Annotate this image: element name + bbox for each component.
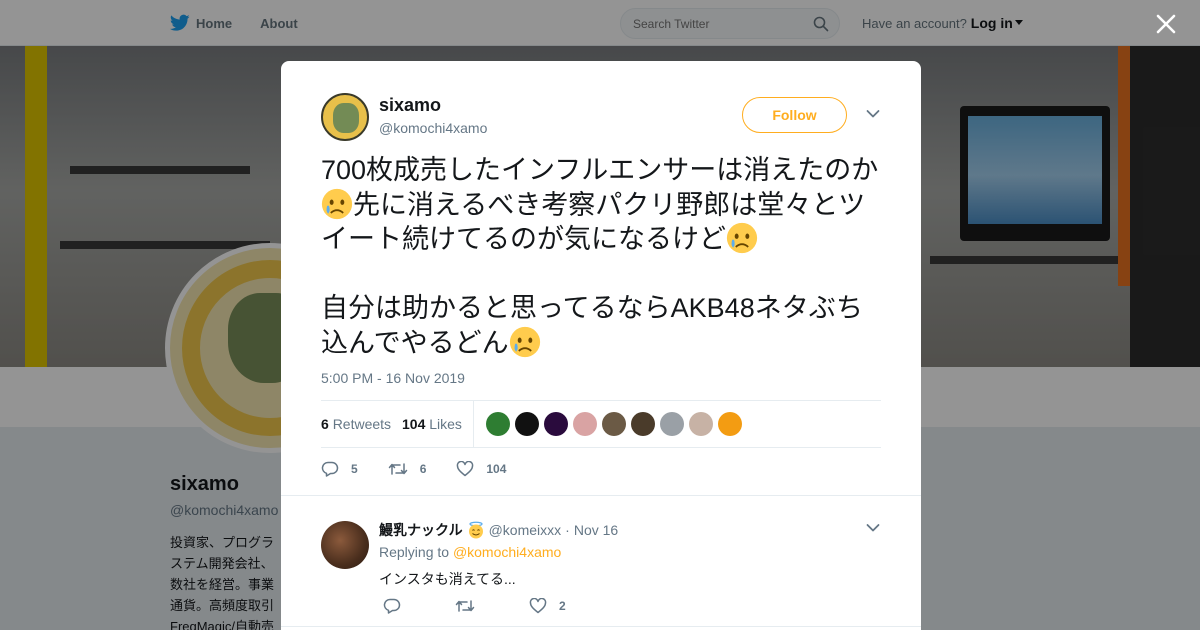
retweet-icon: [388, 463, 407, 475]
tweet-author-name[interactable]: sixamo: [379, 95, 441, 116]
retweet-count: 6: [419, 462, 427, 476]
reply-icon: [383, 598, 401, 614]
liker-avatar[interactable]: [718, 412, 742, 436]
tweet-author-avatar[interactable]: [321, 93, 369, 141]
reply-retweet-action[interactable]: [455, 598, 487, 614]
heart-icon: [457, 461, 474, 477]
replying-to: Replying to @komochi4xamo: [379, 544, 561, 560]
heart-icon: [529, 598, 547, 614]
reply-author-handle[interactable]: @komeixxx: [489, 522, 562, 538]
like-count: 104: [486, 462, 507, 476]
close-icon[interactable]: [1154, 12, 1178, 36]
liker-avatar[interactable]: [689, 412, 713, 436]
likes-label: Likes: [429, 416, 462, 432]
liker-avatar[interactable]: [631, 412, 655, 436]
retweets-stat[interactable]: 6 Retweets: [321, 416, 391, 432]
reply-like-count: 2: [559, 599, 566, 613]
tweet-timestamp[interactable]: 5:00 PM - 16 Nov 2019: [321, 370, 465, 386]
stats-divider: [473, 401, 474, 447]
likes-stat[interactable]: 104 Likes: [402, 416, 462, 432]
smiling-face-with-halo-icon: [468, 521, 483, 539]
reply-author-name[interactable]: 鰻乳ナックル: [379, 520, 463, 540]
reply-header: 鰻乳ナックル @komeixxx · Nov 16: [379, 520, 618, 540]
crying-face-icon: [509, 326, 540, 357]
liker-avatars: [486, 412, 742, 436]
retweets-count: 6: [321, 416, 329, 432]
retweet-icon: [455, 600, 475, 612]
bottom-divider: [281, 626, 921, 627]
replying-to-label: Replying to: [379, 544, 450, 560]
liker-avatar[interactable]: [544, 412, 568, 436]
reply-action[interactable]: 5: [321, 461, 358, 477]
tweet-author-handle[interactable]: @komochi4xamo: [379, 120, 487, 136]
liker-avatar[interactable]: [602, 412, 626, 436]
tweet-modal: sixamo @komochi4xamo Follow 700枚成売したインフル…: [281, 61, 921, 630]
avatar-face: [333, 103, 359, 133]
reply-tweet[interactable]: 鰻乳ナックル @komeixxx · Nov 16 Replying to @k…: [321, 519, 881, 629]
follow-button[interactable]: Follow: [742, 97, 847, 133]
tweet-text-part: 先に消えるべき考察パクリ野郎は堂々とツイート続けてるのが気になるけど: [321, 189, 866, 255]
retweet-action[interactable]: 6: [388, 461, 427, 477]
reply-date[interactable]: Nov 16: [574, 522, 618, 538]
liker-avatar[interactable]: [573, 412, 597, 436]
reply-reply-action[interactable]: [383, 598, 413, 614]
replies-divider: [281, 495, 921, 505]
tweet-actions: 5 6 104: [321, 458, 536, 480]
reply-text: インスタも消えてる...: [379, 571, 516, 587]
tweet-header: sixamo @komochi4xamo Follow: [321, 93, 881, 143]
liker-avatar[interactable]: [660, 412, 684, 436]
reply-actions: 2: [383, 598, 608, 614]
crying-face-icon: [321, 188, 353, 219]
like-action[interactable]: 104: [456, 461, 506, 477]
tweet-text: 700枚成売したインフルエンサーは消えたのか先に消えるべき考察パクリ野郎は堂々と…: [321, 153, 881, 360]
liker-avatar[interactable]: [486, 412, 510, 436]
chevron-down-icon[interactable]: [866, 109, 880, 119]
tweet-text-part: 700枚成売したインフルエンサーは消えたのか: [321, 155, 879, 185]
reply-like-action[interactable]: 2: [529, 598, 566, 614]
replying-to-mention[interactable]: @komochi4xamo: [453, 544, 561, 560]
reply-author-avatar[interactable]: [321, 521, 369, 569]
retweets-label: Retweets: [332, 416, 392, 432]
reply-separator: ·: [565, 522, 570, 538]
tweet-stats: 6 Retweets 104 Likes: [321, 400, 881, 448]
liker-avatar[interactable]: [515, 412, 539, 436]
crying-face-icon: [726, 222, 758, 254]
reply-icon: [321, 461, 339, 477]
chevron-down-icon[interactable]: [866, 523, 880, 533]
tweet-text-part: 自分は助かると思ってるならAKB48ネタぶち込んでやるどん: [321, 293, 863, 358]
likes-count: 104: [402, 416, 426, 432]
reply-count: 5: [351, 462, 358, 476]
